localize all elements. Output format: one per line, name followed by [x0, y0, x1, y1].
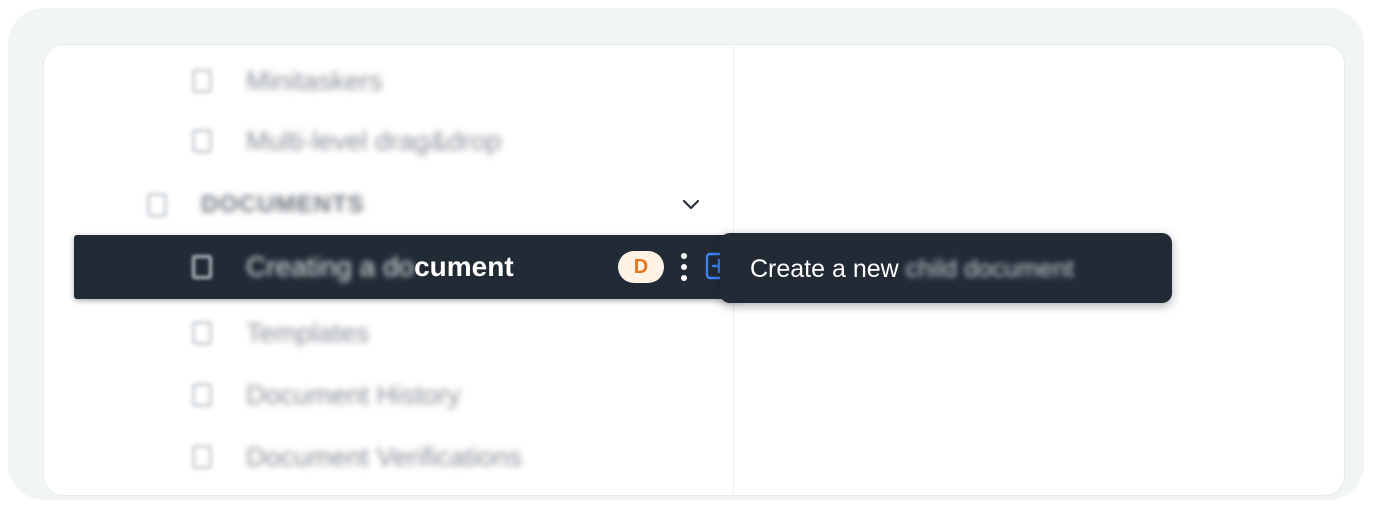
app-frame: Minitaskers Multi-level drag&drop DOCUME…: [43, 44, 1345, 496]
tree-item[interactable]: Templates: [44, 307, 734, 359]
document-icon: [192, 69, 212, 93]
tooltip-text-clear: Create a new: [750, 255, 906, 283]
tree-item-label: Minitaskers: [246, 65, 383, 96]
more-vertical-icon[interactable]: [677, 251, 691, 283]
folder-icon: [147, 193, 167, 217]
tree-item-label: Document Verifications: [246, 441, 523, 472]
section-label: DOCUMENTS: [201, 191, 365, 218]
document-icon: [192, 445, 212, 469]
tree-item-label: Document History: [246, 379, 461, 410]
document-icon: [192, 321, 212, 345]
document-icon: [192, 129, 212, 153]
section-documents[interactable]: DOCUMENTS: [44, 179, 734, 231]
tree-item-label: Templates: [246, 317, 370, 348]
active-label-end: cument: [414, 251, 514, 282]
tooltip-text: Create a new child document: [750, 255, 1074, 284]
document-icon: [192, 255, 212, 279]
tooltip: Create a new child document: [720, 233, 1172, 303]
avatar[interactable]: D: [618, 251, 664, 283]
chevron-down-icon[interactable]: [680, 193, 702, 215]
tree-item[interactable]: Document History: [44, 369, 734, 421]
active-item-label: Creating a document: [246, 251, 514, 283]
outer-backdrop: Minitaskers Multi-level drag&drop DOCUME…: [8, 8, 1364, 500]
tree-item-label: Multi-level drag&drop: [246, 125, 502, 156]
tree-item[interactable]: Minitaskers: [44, 55, 734, 107]
active-label-start: Creating a do: [246, 251, 415, 282]
tree-item[interactable]: Multi-level drag&drop: [44, 115, 734, 167]
document-icon: [192, 383, 212, 407]
tooltip-text-faded: child document: [905, 255, 1074, 283]
tree-item-active[interactable]: Creating a document D: [74, 235, 739, 299]
tree-item[interactable]: Document Verifications: [44, 431, 734, 483]
